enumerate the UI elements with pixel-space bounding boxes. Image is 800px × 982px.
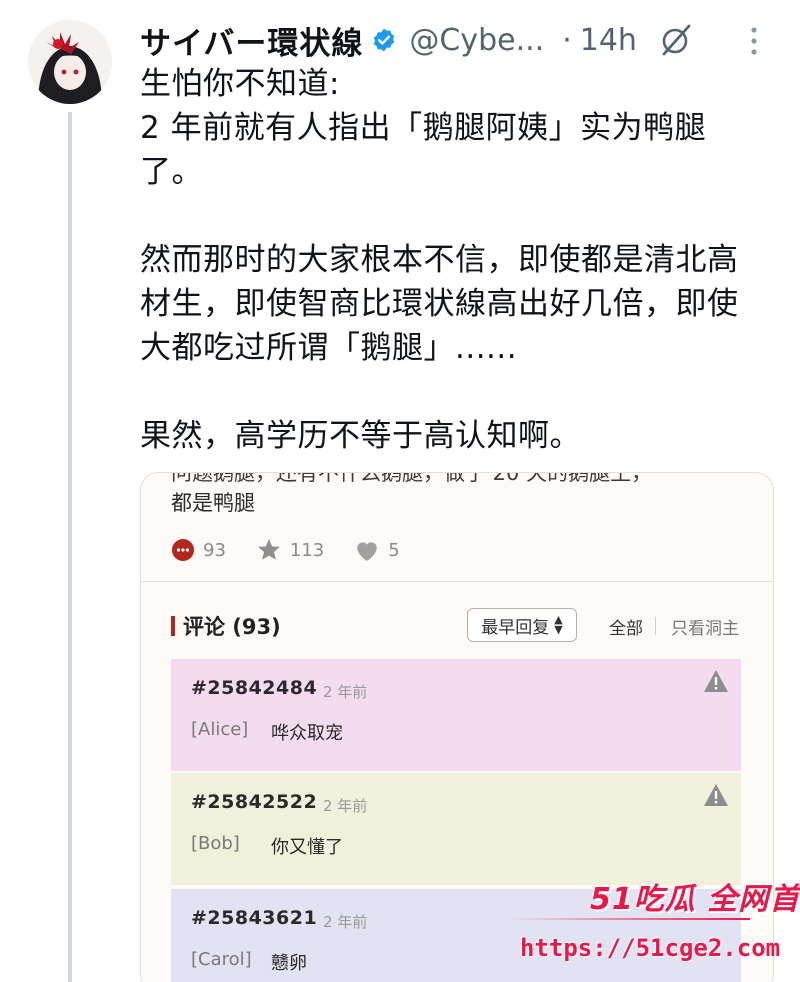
more-icon[interactable] [747, 24, 761, 60]
user-handle[interactable]: @Cybe... [409, 23, 544, 58]
post-stats: 93 113 5 [171, 537, 430, 563]
star-count: 113 [289, 539, 325, 561]
comment-text: 哗众取宠 [271, 723, 343, 744]
watermark-line [510, 918, 750, 920]
like-stat[interactable]: 5 [354, 538, 400, 562]
star-stat[interactable]: 113 [256, 537, 324, 563]
filter-owner-only[interactable]: 只看洞主 [671, 614, 739, 639]
comment-user: [Carol] [191, 949, 252, 970]
like-count: 5 [388, 539, 400, 561]
clipped-text: 问题鹅腿，还有不什么鹅腿，做了 20 天的鹅腿王， [141, 473, 773, 483]
tweet-time[interactable]: 14h [580, 23, 637, 58]
tweet-header: サイバー環状線 @Cybe... · 14h [140, 16, 780, 64]
comment-id: #25842522 [191, 791, 318, 813]
warning-icon[interactable] [703, 669, 729, 693]
star-icon [258, 539, 280, 560]
comment-icon [172, 539, 194, 561]
comments-title: 评论 (93) [183, 615, 281, 639]
comment-stat[interactable]: 93 [171, 538, 226, 562]
filter-all[interactable]: 全部 [609, 614, 643, 639]
comment-id: #25842484 [191, 677, 318, 699]
warning-icon[interactable] [703, 783, 729, 807]
verified-badge-icon [374, 28, 395, 52]
sort-button[interactable]: 最早回复 ▲ ▼ [467, 608, 577, 642]
avatar[interactable] [28, 20, 112, 104]
sort-label: 最早回复 [481, 617, 550, 638]
post-text-tail: 都是鸭腿 [171, 491, 255, 515]
sort-arrows-icon: ▲ ▼ [554, 613, 563, 636]
tweet-text: 生怕你不知道: 2 年前就有人指出「鹅腿阿姨」实为鸭腿 了。 然而那时的大家根本… [140, 66, 739, 454]
comment-text: 戆卵 [271, 953, 307, 974]
watermark-url: https://51cge2.com [520, 934, 781, 962]
comment-user: [Alice] [191, 719, 249, 740]
grok-icon[interactable] [659, 23, 693, 57]
heart-icon [357, 542, 378, 561]
comment-item[interactable]: #25842522 2 年前 [Bob] 你又懂了 [171, 773, 741, 885]
comment-text: 你又懂了 [271, 837, 343, 858]
watermark-brand: 51吃瓜 全网首发 [590, 882, 800, 917]
section-accent-bar [171, 616, 175, 636]
comment-time: 2 年前 [323, 683, 368, 701]
thread-line [68, 112, 72, 982]
comment-id: #25843621 [191, 907, 318, 929]
comment-item[interactable]: #25842484 2 年前 [Alice] 哗众取宠 [171, 659, 741, 771]
filter-separator [655, 617, 656, 635]
comment-count: 93 [203, 539, 226, 561]
comment-time: 2 年前 [323, 797, 368, 815]
divider [141, 581, 773, 582]
display-name[interactable]: サイバー環状線 [140, 18, 363, 63]
comment-time: 2 年前 [323, 913, 368, 931]
comment-user: [Bob] [191, 833, 240, 854]
comments-header: 评论 (93) 最早回复 ▲ ▼ 全部 只看洞主 [171, 608, 745, 643]
separator-dot: · [562, 22, 572, 58]
